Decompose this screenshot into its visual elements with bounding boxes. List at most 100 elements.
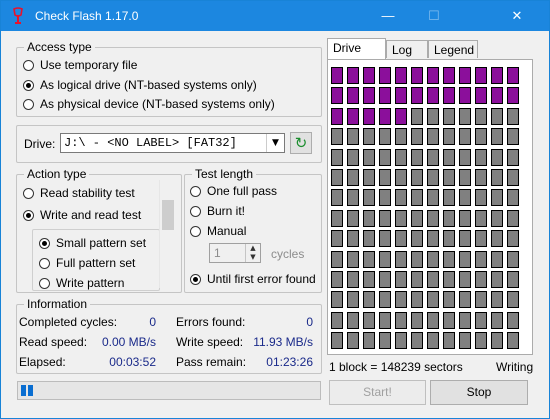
drive-map-block [427,291,439,308]
drive-map-block [395,128,407,145]
drive-map-block [395,271,407,288]
pattern-full-radio[interactable]: Full pattern set [39,255,135,271]
length-until-error-label: Until first error found [207,272,316,286]
drive-map-block [459,210,471,227]
pass-remain-value: 01:23:26 [266,355,313,369]
cycles-value: 1 [214,246,221,260]
access-logical-drive-radio[interactable]: As logical drive (NT-based systems only) [23,77,257,93]
drive-map-block [443,169,455,186]
action-scrollbar[interactable] [159,180,177,288]
drive-map-block [459,108,471,125]
stepper-arrows-icon[interactable]: ▲ ▼ [245,244,260,262]
length-burn-it-radio[interactable]: Burn it! [190,203,245,219]
radio-indicator [190,273,201,285]
tab-drive-map[interactable]: Drive map [327,38,386,73]
drive-map-block [379,128,391,145]
action-read-stability-radio[interactable]: Read stability test [23,185,135,201]
cycles-label: cycles [271,247,305,261]
length-one-pass-radio[interactable]: One full pass [190,183,277,199]
drive-map-block [507,210,519,227]
tab-log[interactable]: Log [386,40,428,58]
access-temp-file-radio[interactable]: Use temporary file [23,57,137,73]
drive-map-block [507,230,519,247]
maximize-button[interactable]: ☐ [411,1,457,31]
drive-map-block [379,312,391,329]
refresh-drives-button[interactable]: ↻ [290,132,312,154]
length-manual-radio[interactable]: Manual [190,223,246,239]
drive-map-block [379,169,391,186]
tab-legend[interactable]: Legend [428,40,478,58]
drive-map-block [347,108,359,125]
action-read-stability-label: Read stability test [40,186,135,200]
drive-map-block [507,189,519,206]
drive-map-block [347,312,359,329]
drive-map-block [443,230,455,247]
action-write-read-radio[interactable]: Write and read test [23,207,141,223]
drive-map-block [331,128,343,145]
drive-map-block [347,67,359,84]
drive-map-block [427,149,439,166]
drive-map-block [363,271,375,288]
drive-map-block [475,332,487,349]
drive-map-block [507,312,519,329]
drive-map-block [491,251,503,268]
drive-map-block [363,332,375,349]
drive-map-block [491,189,503,206]
drive-map-block [491,291,503,308]
window-title: Check Flash 1.17.0 [35,9,139,23]
drive-map-block [347,189,359,206]
access-type-legend: Access type [24,40,95,54]
drive-map-block [475,169,487,186]
chevron-down-icon[interactable]: ▼ [266,134,284,152]
drive-map-block [411,67,423,84]
drive-map-block [379,332,391,349]
drive-map-block [363,149,375,166]
drive-map-block [411,169,423,186]
radio-indicator [23,209,34,221]
scrollbar-thumb[interactable] [162,200,174,230]
access-physical-device-radio[interactable]: As physical device (NT-based systems onl… [23,96,275,112]
write-speed-value: 11.93 MB/s [253,335,313,349]
drive-map-block [363,230,375,247]
stop-button[interactable]: Stop [430,380,528,405]
drive-map-block [379,230,391,247]
drive-map-block [395,189,407,206]
drive-map-block [475,67,487,84]
length-burn-it-label: Burn it! [207,204,246,218]
drive-map-block [347,291,359,308]
drive-map-block [427,128,439,145]
pattern-full-label: Full pattern set [56,256,136,270]
drive-map-block [363,87,375,104]
drive-map-block [411,128,423,145]
drive-map-block [443,210,455,227]
drive-map-block [427,210,439,227]
drive-map-block [379,67,391,84]
drive-map-block [491,332,503,349]
drive-map-block [459,291,471,308]
radio-indicator [39,277,50,289]
drive-map-block [379,87,391,104]
drive-map-block [411,312,423,329]
drive-map-block [347,210,359,227]
length-until-error-radio[interactable]: Until first error found [190,271,316,287]
drive-map-block [443,87,455,104]
drive-select[interactable]: J:\ - <NO LABEL> [FAT32] ▼ [60,133,285,153]
drive-map-block [331,251,343,268]
cycles-stepper[interactable]: 1 ▲ ▼ [209,243,261,263]
elapsed-value: 00:03:52 [109,355,156,369]
drive-map-block [443,251,455,268]
drive-map-block [347,87,359,104]
minimize-button[interactable]: — [365,1,411,31]
read-speed-value: 0.00 MB/s [101,335,156,349]
start-button[interactable]: Start! [329,380,426,405]
test-length-legend: Test length [192,167,257,181]
drive-map-block [363,169,375,186]
drive-map-block [347,128,359,145]
pattern-write-radio[interactable]: Write pattern [39,275,124,291]
drive-map-block [347,149,359,166]
drive-map-block [379,149,391,166]
close-button[interactable]: ✕ [494,1,540,31]
drive-map-block [459,149,471,166]
drive-map-block [395,67,407,84]
pattern-small-radio[interactable]: Small pattern set [39,235,146,251]
